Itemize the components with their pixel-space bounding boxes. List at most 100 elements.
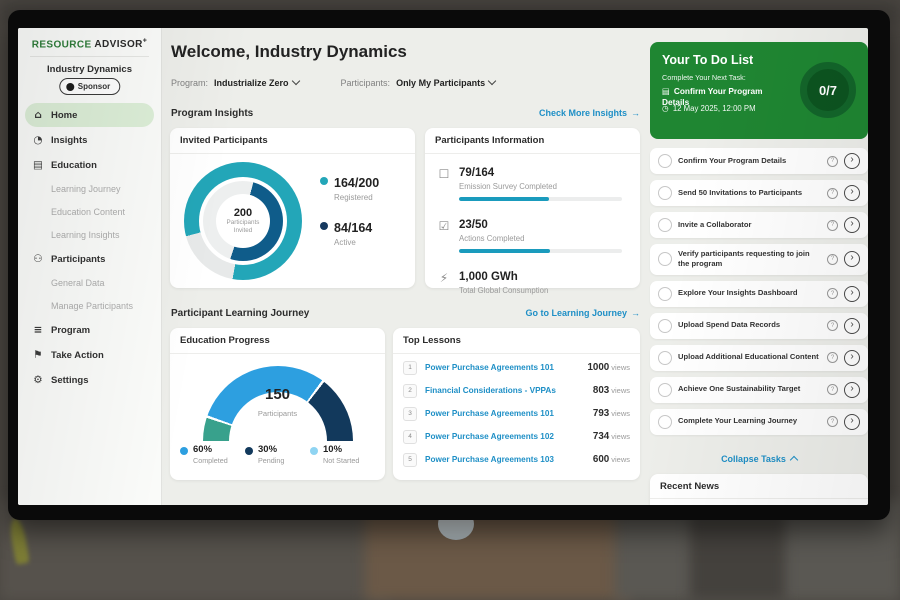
logo-plus: + [143,38,148,45]
todo-item: Verify participants requesting to join t… [650,244,868,275]
todo-checkbox[interactable] [658,383,672,397]
top-lessons-list: 1 Power Purchase Agreements 101 1000view… [393,356,640,471]
todo-checkbox[interactable] [658,287,672,301]
legend-dot [180,447,188,455]
chevron-right-icon[interactable] [844,382,860,398]
help-icon[interactable] [827,384,838,395]
chevron-right-icon[interactable] [844,217,860,233]
lesson-rank: 3 [403,407,417,421]
sidebar-item-label: Program [51,325,90,336]
chevron-down-icon [488,77,496,85]
dashboard-screen: RESOURCE ADVISOR+ Industry Dynamics Spon… [18,28,868,505]
card-title: Education Progress [170,328,385,354]
take-action-icon: ⚑ [32,349,44,361]
stat-value: 1,000 GWh [459,271,518,283]
stat-row: ☐ 79/164 Emission Survey Completed [425,154,640,206]
help-icon[interactable] [827,254,838,265]
lesson-link[interactable]: Power Purchase Agreements 103 [425,455,585,464]
chevron-right-icon[interactable] [844,318,860,334]
sidebar-item[interactable]: ▤ Education [25,153,154,177]
sidebar-item[interactable]: ≡ Program [25,318,154,342]
donut-center: 200 Participants Invited [216,194,270,248]
sidebar-item[interactable]: ⚇ Participants [25,247,154,271]
todo-counter: 0/7 [800,62,856,118]
sidebar-item[interactable]: ⌂ Home [25,103,154,127]
sidebar-item[interactable]: General Data [25,272,154,294]
check-more-insights-link[interactable]: Check More Insights [490,108,640,118]
help-icon[interactable] [827,288,838,299]
chevron-right-icon[interactable] [844,286,860,302]
help-icon[interactable] [827,220,838,231]
sponsor-badge[interactable]: Sponsor [59,78,120,95]
sidebar-item-label: Education [51,160,97,171]
participants-information-card: Participants Information ☐ 79/164 Emissi… [425,128,640,288]
chevron-right-icon[interactable] [844,350,860,366]
todo-checkbox[interactable] [658,252,672,266]
program-filter-select[interactable]: Industrialize Zero [214,78,301,88]
lesson-link[interactable]: Power Purchase Agreements 102 [425,432,585,441]
sidebar-item-label: Home [51,110,77,121]
sidebar-item[interactable]: Education Content [25,201,154,223]
todo-label: Complete Your Learning Journey [678,416,821,426]
chevron-right-icon[interactable] [844,153,860,169]
lesson-row: 4 Power Purchase Agreements 102 734views [393,425,640,448]
chevron-right-icon[interactable] [844,414,860,430]
participants-icon: ⚇ [32,253,44,265]
todo-checkbox[interactable] [658,351,672,365]
lesson-row: 3 Power Purchase Agreements 101 793views [393,402,640,425]
app-logo: RESOURCE ADVISOR+ [18,38,161,50]
participants-filter-select[interactable]: Only My Participants [396,78,497,88]
monitor-bezel: RESOURCE ADVISOR+ Industry Dynamics Spon… [8,10,890,520]
recent-news-title: Recent News [650,474,868,499]
help-icon[interactable] [827,156,838,167]
todo-label: Verify participants requesting to join t… [678,249,821,270]
home-icon: ⌂ [32,109,44,121]
lesson-views-suffix: views [611,386,630,395]
lesson-row: 1 Power Purchase Agreements 101 1000view… [393,356,640,379]
lesson-link[interactable]: Power Purchase Agreements 101 [425,363,579,372]
todo-item: Achieve One Sustainability Target [650,377,868,403]
lesson-link[interactable]: Power Purchase Agreements 101 [425,409,585,418]
help-icon[interactable] [827,188,838,199]
todo-checkbox[interactable] [658,319,672,333]
sidebar-item-label: General Data [51,278,105,288]
legend-label: Pending [258,456,284,465]
sidebar-item[interactable]: Manage Participants [25,295,154,317]
sidebar-item-label: Take Action [51,350,104,361]
legend-entry: 10% Not Started [310,444,375,465]
chevron-right-icon[interactable] [844,251,860,267]
lesson-link[interactable]: Financial Considerations - VPPAs [425,386,585,395]
photo-scene: RESOURCE ADVISOR+ Industry Dynamics Spon… [0,0,900,600]
sidebar-item[interactable]: ◔ Insights [25,128,154,152]
filter-bar: Program: Industrialize Zero Participants… [171,78,497,88]
help-icon[interactable] [827,320,838,331]
todo-checkbox[interactable] [658,186,672,200]
sidebar-item-label: Learning Journey [51,184,121,194]
divider [30,56,149,57]
lesson-rank: 4 [403,430,417,444]
stat-label: Emission Survey Completed [459,182,628,191]
card-title: Participants Information [425,128,640,154]
legend-value: 30% [258,444,284,455]
todo-checkbox[interactable] [658,415,672,429]
todo-checkbox[interactable] [658,154,672,168]
insights-icon: ◔ [32,134,44,146]
go-to-learning-journey-link[interactable]: Go to Learning Journey [480,308,640,318]
sidebar-item[interactable]: ⚑ Take Action [25,343,154,367]
collapse-tasks-link[interactable]: Collapse Tasks [650,454,868,464]
sidebar-item[interactable]: Learning Insights [25,224,154,246]
lesson-views: 1000 [587,362,609,373]
help-icon[interactable] [827,416,838,427]
org-name: Industry Dynamics [18,64,161,75]
sidebar-item-label: Learning Insights [51,230,120,240]
chevron-right-icon[interactable] [844,185,860,201]
stat-row: ⚡ 1,000 GWh Total Global Consumption [425,258,640,310]
lesson-views: 803 [593,385,609,396]
sidebar-item[interactable]: Learning Journey [25,178,154,200]
help-icon[interactable] [827,352,838,363]
learning-journey-title: Participant Learning Journey [171,308,309,319]
todo-item: Complete Your Learning Journey [650,409,868,435]
sidebar-item[interactable]: ⚙ Settings [25,368,154,392]
todo-checkbox[interactable] [658,218,672,232]
todo-item: Confirm Your Program Details [650,148,868,174]
